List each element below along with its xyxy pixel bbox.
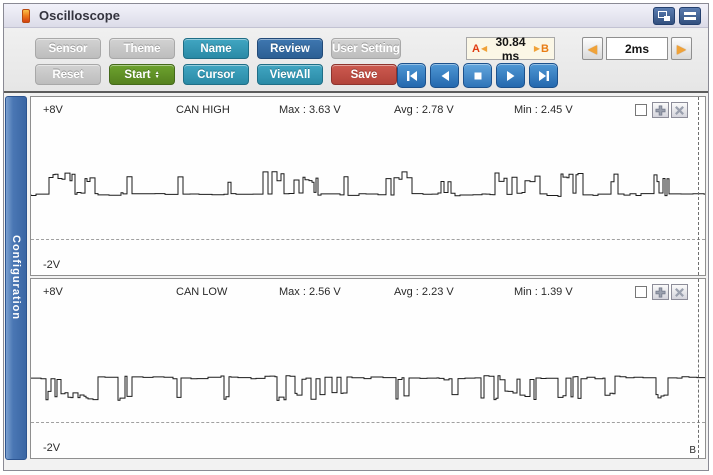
main-area: Configuration +8V CAN HIGH Max : 3.63 V … [4, 91, 708, 470]
close-channel-button[interactable] [671, 102, 688, 118]
toolbar-row-1: Sensor Theme Name Review User Setting [35, 38, 401, 59]
can-low-waveform [31, 375, 705, 401]
restore-window-button[interactable] [653, 7, 675, 25]
app-window: Oscilloscope Sensor Theme Name Review Us… [3, 3, 709, 471]
avg-value: Avg : 2.23 V [394, 286, 454, 298]
step-backward-button[interactable] [430, 63, 459, 88]
timebase-decrease-button[interactable]: ◀ [582, 37, 603, 60]
configuration-tab-label: Configuration [10, 235, 22, 321]
name-button[interactable]: Name [183, 38, 249, 59]
window-title: Oscilloscope [39, 8, 120, 23]
app-icon [22, 8, 30, 23]
avg-value: Avg : 2.78 V [394, 104, 454, 116]
right-arrow-icon: ▶ [676, 41, 687, 56]
close-channel-button[interactable] [671, 284, 688, 300]
panel-controls [635, 102, 688, 118]
start-button[interactable]: Start ▲ ▼ [109, 64, 175, 85]
review-button[interactable]: Review [257, 38, 323, 59]
sensor-button[interactable]: Sensor [35, 38, 101, 59]
min-value: Min : 1.39 V [514, 286, 573, 298]
stop-icon [474, 72, 481, 79]
step-backward-icon [441, 70, 449, 81]
channel-name: CAN HIGH [176, 104, 230, 116]
channel-select-checkbox[interactable] [635, 286, 647, 298]
cursor-a-arrow-icon: ◀ [480, 44, 488, 53]
window-layout-button[interactable] [679, 7, 701, 25]
voltage-bottom-label: -2V [43, 442, 61, 454]
title-bar[interactable]: Oscilloscope [4, 4, 708, 28]
cursor-ab-readout: A ◀ 30.84 ms ▶ B [466, 34, 555, 63]
channel-name: CAN LOW [176, 286, 228, 298]
max-value: Max : 3.63 V [279, 104, 341, 116]
close-icon [675, 105, 684, 115]
toolbar-row-2: Reset Start ▲ ▼ Cursor ViewAll Save [35, 64, 397, 85]
cursor-b-arrow-icon: ▶ [533, 44, 541, 53]
cursor-b-line[interactable] [698, 279, 699, 458]
plus-icon [655, 287, 666, 297]
channel-select-checkbox[interactable] [635, 104, 647, 116]
add-channel-button[interactable] [652, 284, 669, 300]
cursor-a-label: A [472, 42, 480, 55]
play-button[interactable] [496, 63, 525, 88]
cursor-b-marker-label: B [689, 445, 696, 456]
play-icon [506, 70, 514, 81]
start-spinner-icon: ▲ ▼ [154, 69, 160, 80]
can-high-waveform [31, 171, 705, 197]
toolbar: Sensor Theme Name Review User Setting Re… [4, 28, 708, 91]
left-arrow-icon: ◀ [587, 41, 598, 56]
voltage-top-label: +8V [43, 104, 63, 116]
voltage-bottom-label: -2V [43, 259, 61, 271]
skip-to-start-icon [406, 70, 417, 81]
add-channel-button[interactable] [652, 102, 669, 118]
cursor-button[interactable]: Cursor [183, 64, 249, 85]
reset-button[interactable]: Reset [35, 64, 101, 85]
user-setting-button[interactable]: User Setting [331, 38, 401, 59]
timebase-increase-button[interactable]: ▶ [671, 37, 692, 60]
restore-icon [658, 11, 670, 21]
stacked-bars-icon [684, 12, 696, 20]
skip-to-start-button[interactable] [397, 63, 426, 88]
panel-can-high: +8V CAN HIGH Max : 3.63 V Avg : 2.78 V M… [30, 96, 706, 276]
cursor-b-label: B [541, 42, 549, 55]
cursor-delta-value: 30.84 ms [495, 34, 526, 63]
skip-to-end-button[interactable] [529, 63, 558, 88]
viewall-button[interactable]: ViewAll [257, 64, 323, 85]
skip-to-end-icon [538, 70, 549, 81]
panel-can-low: +8V CAN LOW Max : 2.56 V Avg : 2.23 V Mi… [30, 278, 706, 459]
zero-volt-gridline [31, 239, 705, 241]
stop-button[interactable] [463, 63, 492, 88]
zero-volt-gridline [31, 422, 705, 424]
plus-icon [655, 105, 666, 115]
timebase-value: 2ms [606, 37, 668, 60]
theme-button[interactable]: Theme [109, 38, 175, 59]
playback-controls [397, 63, 558, 88]
voltage-top-label: +8V [43, 286, 63, 298]
configuration-tab[interactable]: Configuration [5, 96, 27, 460]
close-icon [675, 287, 684, 297]
max-value: Max : 2.56 V [279, 286, 341, 298]
cursor-b-line[interactable] [698, 97, 699, 275]
save-button[interactable]: Save [331, 64, 397, 85]
window-controls [653, 7, 701, 25]
min-value: Min : 2.45 V [514, 104, 573, 116]
panel-controls [635, 284, 688, 300]
